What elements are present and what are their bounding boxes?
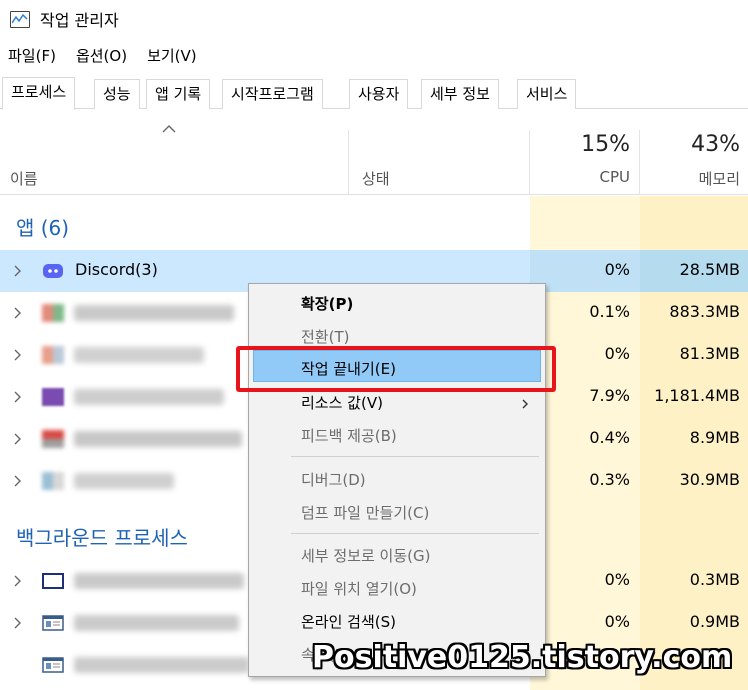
column-cpu[interactable]: CPU <box>530 168 631 186</box>
menu-item-resource-values[interactable]: 리소스 값(V) <box>301 392 383 413</box>
chevron-right-icon[interactable] <box>13 616 23 630</box>
menu-item-search-online[interactable]: 온라인 검색(S) <box>301 611 396 632</box>
column-memory[interactable]: 메모리 <box>640 168 740 189</box>
column-status[interactable]: 상태 <box>362 168 390 189</box>
chevron-right-icon[interactable] <box>13 264 23 278</box>
blurred-process-name <box>74 305 234 321</box>
tab-performance[interactable]: 성능 <box>94 79 140 109</box>
window-title: 작업 관리자 <box>40 11 119 30</box>
menu-item-debug[interactable]: 디버그(D) <box>301 469 366 490</box>
window-icon <box>42 573 64 589</box>
chevron-right-icon[interactable] <box>13 574 23 588</box>
menu-separator <box>291 533 539 534</box>
process-name: Discord(3) <box>75 260 158 279</box>
blurred-process-name <box>74 615 239 631</box>
menu-file[interactable]: 파일(F) <box>8 42 56 70</box>
menu-options[interactable]: 옵션(O) <box>76 42 127 70</box>
chevron-right-icon[interactable] <box>13 432 23 446</box>
menu-separator <box>291 456 539 457</box>
watermark-text: Positive0125.tistory.com <box>312 640 733 675</box>
memory-value: 28.5MB <box>679 260 740 279</box>
memory-value: 1,181.4MB <box>654 386 740 405</box>
blurred-process-name <box>74 473 174 489</box>
memory-total[interactable]: 43% <box>640 132 740 157</box>
context-menu: 확장(P) 전환(T) 작업 끝내기(E) 리소스 값(V) 피드백 제공(B)… <box>248 283 546 677</box>
tab-strip: 프로세스 성능 앱 기록 시작프로그램 사용자 세부 정보 서비스 <box>0 77 748 110</box>
menu-item-open-file-location[interactable]: 파일 위치 열기(O) <box>301 578 417 599</box>
menu-item-expand[interactable]: 확장(P) <box>301 293 353 314</box>
menu-item-switch[interactable]: 전환(T) <box>301 326 349 347</box>
blurred-icon <box>42 346 64 364</box>
column-divider[interactable] <box>348 130 349 195</box>
blurred-process-name <box>74 573 244 589</box>
chevron-right-icon[interactable] <box>13 474 23 488</box>
blurred-process-name <box>74 347 204 363</box>
blurred-icon <box>42 304 64 322</box>
memory-value: 0.3MB <box>689 570 740 589</box>
title-bar: 작업 관리자 <box>0 0 748 38</box>
blurred-icon <box>42 388 64 406</box>
menu-view[interactable]: 보기(V) <box>147 42 197 70</box>
memory-value: 883.3MB <box>669 302 740 321</box>
group-apps: 앱 (6) <box>16 216 70 240</box>
memory-value: 8.9MB <box>689 428 740 447</box>
submenu-arrow-icon <box>522 399 528 409</box>
highlight-annotation-box <box>236 346 556 392</box>
tab-app-history[interactable]: 앱 기록 <box>146 79 211 109</box>
blurred-icon <box>42 472 64 490</box>
chevron-right-icon[interactable] <box>13 306 23 320</box>
chevron-right-icon[interactable] <box>13 348 23 362</box>
tab-details[interactable]: 세부 정보 <box>421 79 499 109</box>
column-header: 이름 상태 15% CPU 43% 메모리 <box>0 110 748 195</box>
tab-users[interactable]: 사용자 <box>349 79 409 109</box>
menu-item-go-to-details[interactable]: 세부 정보로 이동(G) <box>301 545 430 566</box>
app-window-icon <box>42 657 64 673</box>
column-name[interactable]: 이름 <box>10 168 38 189</box>
discord-icon <box>43 264 63 278</box>
memory-value: 0.9MB <box>689 612 740 631</box>
memory-value: 81.3MB <box>679 344 740 363</box>
blurred-process-name <box>74 389 224 405</box>
app-window-icon <box>42 615 64 631</box>
menu-bar: 파일(F) 옵션(O) 보기(V) <box>0 42 217 70</box>
menu-item-create-dump[interactable]: 덤프 파일 만들기(C) <box>301 502 429 523</box>
cpu-total[interactable]: 15% <box>530 132 630 157</box>
task-manager-icon <box>10 10 30 28</box>
tab-processes[interactable]: 프로세스 <box>2 77 76 110</box>
memory-value: 30.9MB <box>679 470 740 489</box>
sort-ascending-icon[interactable] <box>162 124 176 134</box>
tab-services[interactable]: 서비스 <box>517 79 577 109</box>
chevron-right-icon[interactable] <box>13 390 23 404</box>
cpu-value: 0% <box>604 260 630 279</box>
tab-startup[interactable]: 시작프로그램 <box>222 79 323 109</box>
blurred-process-name <box>74 657 249 673</box>
blurred-icon <box>42 430 64 448</box>
blurred-process-name <box>74 431 242 447</box>
group-background-processes: 백그라운드 프로세스 <box>16 526 188 550</box>
menu-item-feedback[interactable]: 피드백 제공(B) <box>301 425 397 446</box>
